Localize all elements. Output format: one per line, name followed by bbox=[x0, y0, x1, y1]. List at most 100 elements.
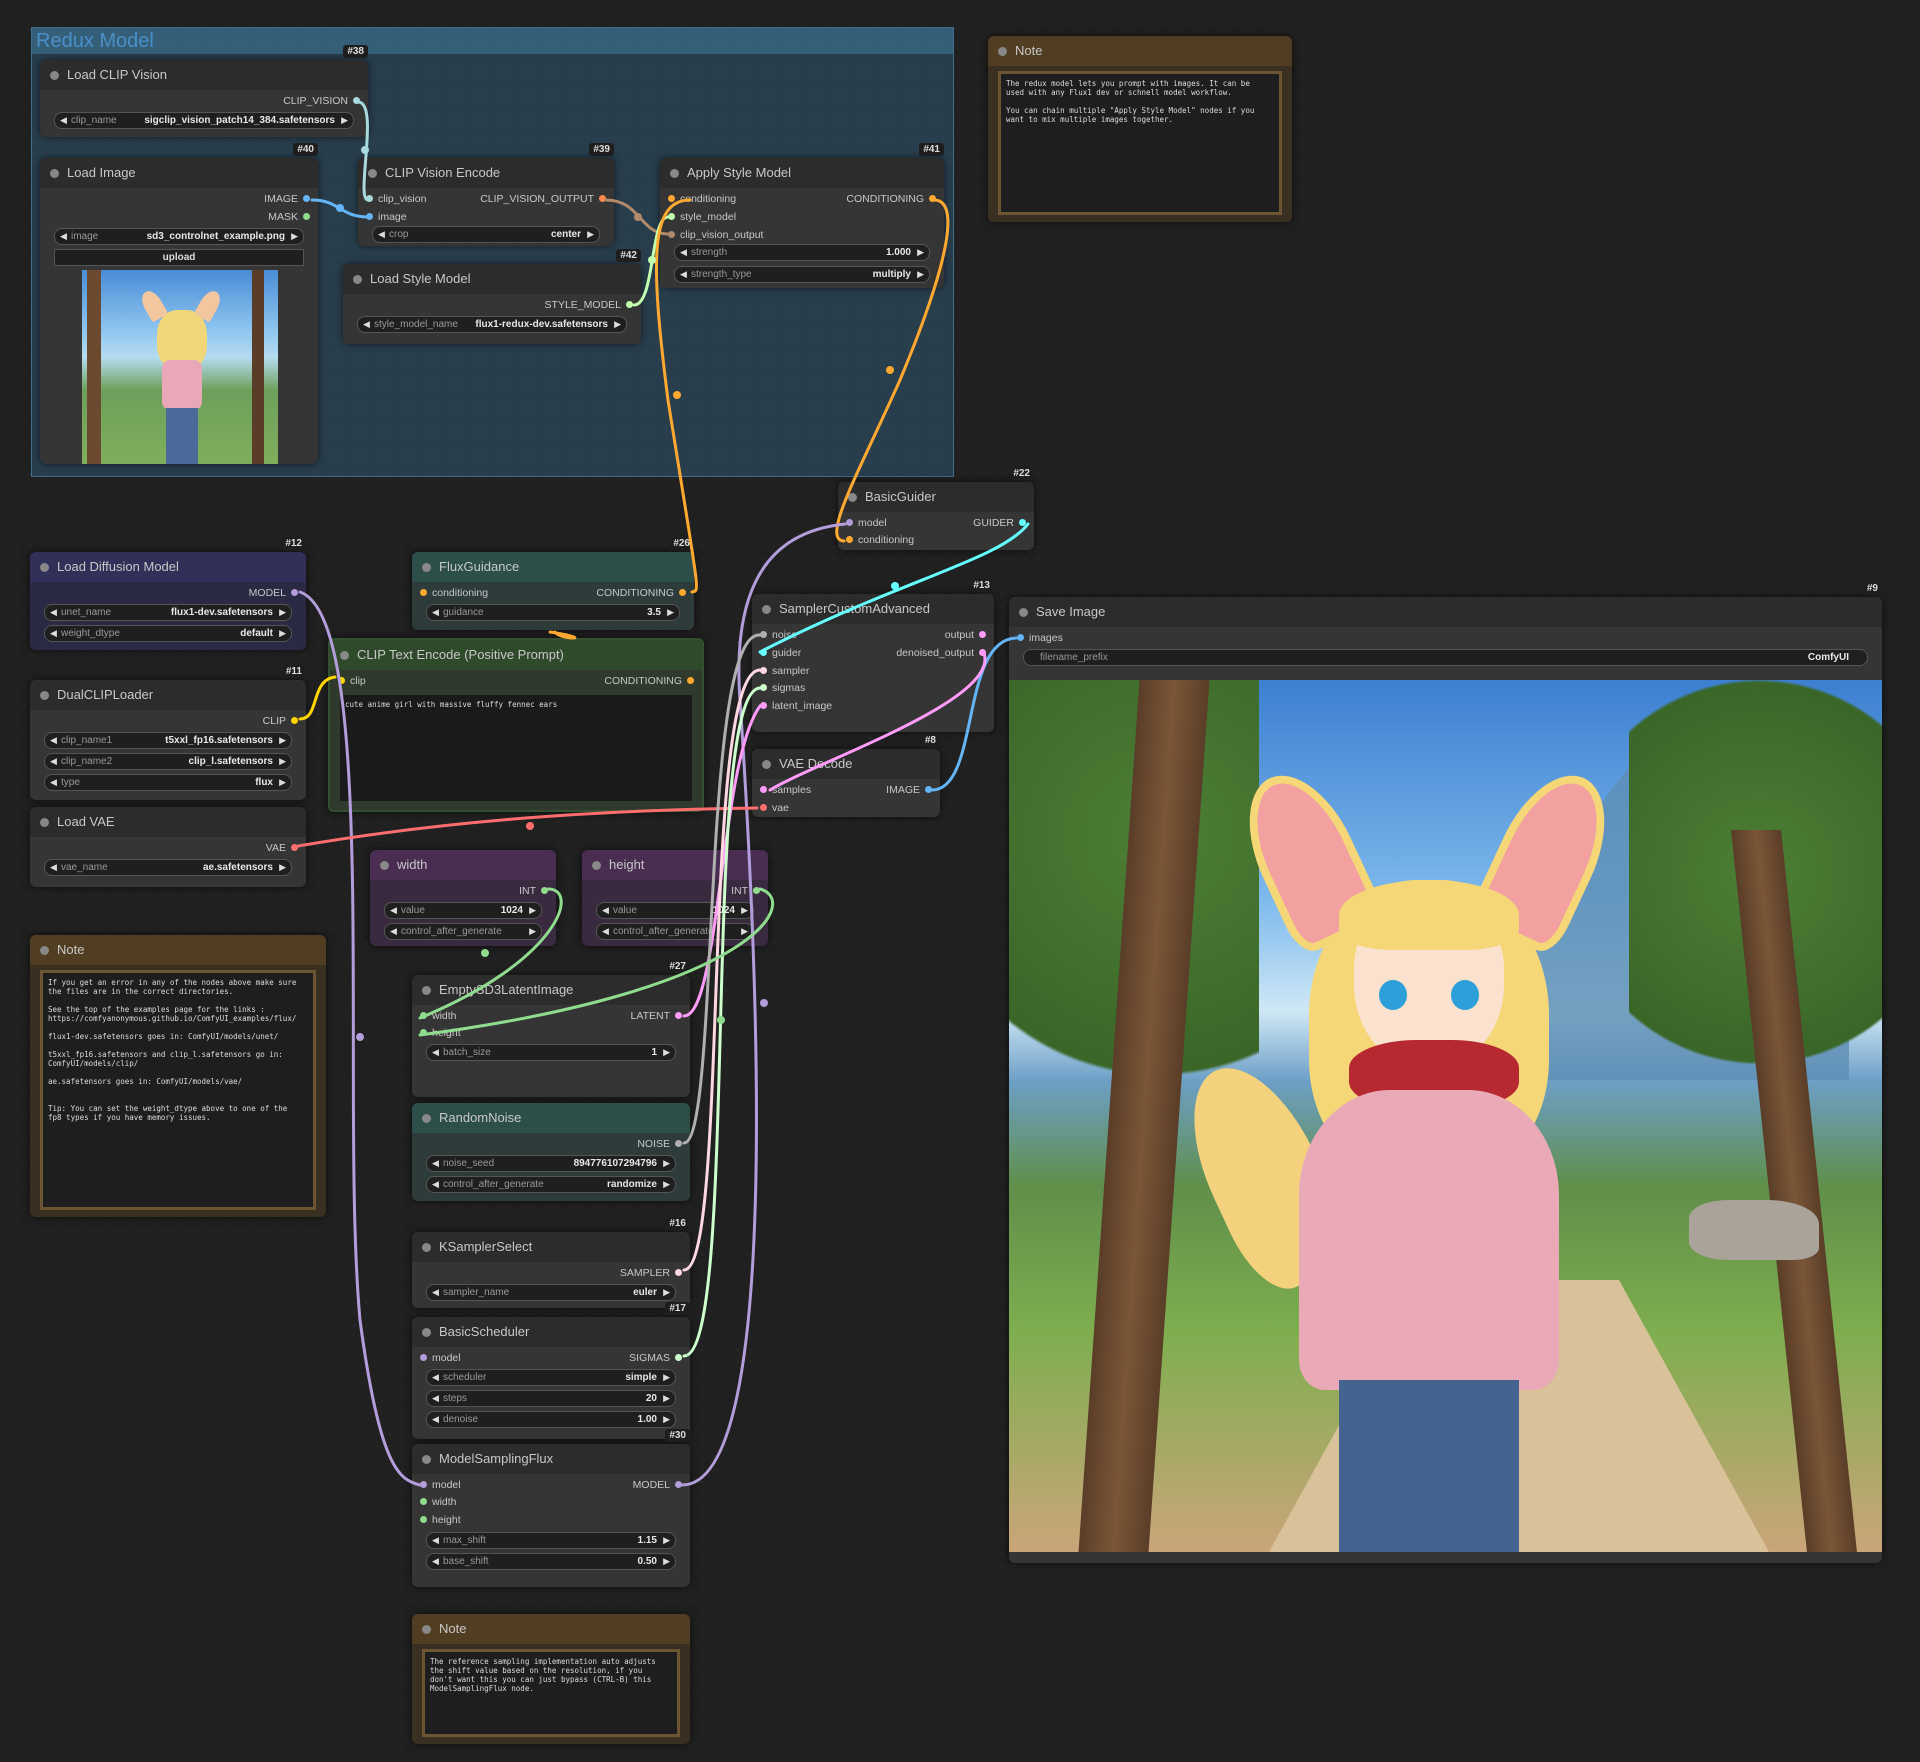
value-widget[interactable]: ◀ value 1024 ▶ bbox=[596, 902, 754, 919]
arrow-left-icon[interactable]: ◀ bbox=[50, 754, 57, 769]
load-diffusion-model-node[interactable]: Load Diffusion Model #12 MODEL ◀ unet_nam… bbox=[30, 537, 306, 650]
arrow-left-icon[interactable]: ◀ bbox=[60, 113, 67, 128]
height-input[interactable]: height bbox=[420, 1513, 461, 1527]
save-image-node[interactable]: Save Image #9 images filename_prefix Comf… bbox=[1009, 582, 1882, 1563]
denoised-output-slot[interactable]: denoised_output bbox=[896, 646, 986, 660]
model-output[interactable]: MODEL bbox=[249, 586, 298, 600]
arrow-left-icon[interactable]: ◀ bbox=[432, 1045, 439, 1060]
conditioning-output[interactable]: CONDITIONING bbox=[604, 674, 694, 688]
arrow-left-icon[interactable]: ◀ bbox=[390, 924, 397, 939]
clip-text-encode-node[interactable]: CLIP Text Encode (Positive Prompt) clip … bbox=[328, 638, 704, 812]
denoise-widget[interactable]: ◀ denoise 1.00 ▶ bbox=[426, 1411, 676, 1428]
noise-seed-widget[interactable]: ◀ noise_seed 894776107294796 ▶ bbox=[426, 1155, 676, 1172]
arrow-left-icon[interactable]: ◀ bbox=[390, 903, 397, 918]
strength-type-widget[interactable]: ◀ strength_type multiply ▶ bbox=[674, 266, 930, 283]
filename-prefix-widget[interactable]: filename_prefix ComfyUI bbox=[1023, 649, 1868, 666]
int-output[interactable]: INT bbox=[519, 884, 548, 898]
value-widget[interactable]: ◀ value 1024 ▶ bbox=[384, 902, 542, 919]
empty-sd3-latent-image-node[interactable]: EmptySD3LatentImage #27 width height LAT… bbox=[412, 960, 690, 1097]
strength-widget[interactable]: ◀ strength 1.000 ▶ bbox=[674, 244, 930, 261]
width-input[interactable]: width bbox=[420, 1009, 457, 1023]
arrow-left-icon[interactable]: ◀ bbox=[378, 227, 385, 242]
clip-vision-input[interactable]: clip_vision bbox=[366, 192, 426, 206]
control-after-generate-widget[interactable]: ◀ control_after_generate ▶ bbox=[384, 923, 542, 940]
batch-size-widget[interactable]: ◀ batch_size 1 ▶ bbox=[426, 1044, 676, 1061]
model-output[interactable]: MODEL bbox=[633, 1478, 682, 1492]
arrow-right-icon[interactable]: ▶ bbox=[663, 1045, 670, 1060]
model-input[interactable]: model bbox=[846, 516, 887, 530]
arrow-left-icon[interactable]: ◀ bbox=[50, 775, 57, 790]
vae-output[interactable]: VAE bbox=[266, 841, 298, 855]
arrow-right-icon[interactable]: ▶ bbox=[741, 903, 748, 918]
arrow-left-icon[interactable]: ◀ bbox=[50, 860, 57, 875]
note-bottom-node[interactable]: Note The reference sampling implementati… bbox=[412, 1614, 690, 1744]
load-clip-vision-node[interactable]: Load CLIP Vision #38 CLIP_VISION ◀ clip_n… bbox=[40, 45, 368, 137]
arrow-right-icon[interactable]: ▶ bbox=[341, 113, 348, 128]
arrow-left-icon[interactable]: ◀ bbox=[363, 317, 370, 332]
arrow-right-icon[interactable]: ▶ bbox=[614, 317, 621, 332]
prompt-textarea[interactable]: cute anime girl with massive fluffy fenn… bbox=[340, 695, 692, 801]
note-text[interactable]: If you get an error in any of the nodes … bbox=[40, 970, 316, 1210]
random-noise-node[interactable]: RandomNoise NOISE ◀ noise_seed 89477610729… bbox=[412, 1103, 690, 1201]
style-model-output[interactable]: STYLE_MODEL bbox=[545, 298, 633, 312]
arrow-left-icon[interactable]: ◀ bbox=[680, 245, 687, 260]
latent-image-input[interactable]: latent_image bbox=[760, 699, 832, 713]
mask-output[interactable]: MASK bbox=[268, 210, 310, 224]
height-node[interactable]: height INT ◀ value 1024 ▶ ◀ control_after_ge… bbox=[582, 850, 768, 946]
arrow-left-icon[interactable]: ◀ bbox=[432, 1554, 439, 1569]
clip-input[interactable]: clip bbox=[338, 674, 366, 688]
arrow-right-icon[interactable]: ▶ bbox=[663, 1533, 670, 1548]
arrow-right-icon[interactable]: ▶ bbox=[291, 229, 298, 244]
type-widget[interactable]: ◀ type flux ▶ bbox=[44, 774, 292, 791]
samples-input[interactable]: samples bbox=[760, 783, 811, 797]
arrow-left-icon[interactable]: ◀ bbox=[432, 1285, 439, 1300]
clip-output[interactable]: CLIP bbox=[263, 714, 298, 728]
steps-widget[interactable]: ◀ steps 20 ▶ bbox=[426, 1390, 676, 1407]
note-left-node[interactable]: Note If you get an error in any of the n… bbox=[30, 935, 326, 1217]
arrow-left-icon[interactable]: ◀ bbox=[602, 903, 609, 918]
style-model-name-widget[interactable]: ◀ style_model_name flux1-redux-dev.safeten… bbox=[357, 316, 627, 333]
arrow-left-icon[interactable]: ◀ bbox=[432, 1533, 439, 1548]
arrow-left-icon[interactable]: ◀ bbox=[602, 924, 609, 939]
image-output[interactable]: IMAGE bbox=[264, 192, 310, 206]
basic-guider-node[interactable]: BasicGuider #22 model conditioning GUIDE… bbox=[838, 467, 1034, 550]
arrow-right-icon[interactable]: ▶ bbox=[663, 1177, 670, 1192]
load-style-model-node[interactable]: Load Style Model #42 STYLE_MODEL ◀ style_… bbox=[343, 249, 641, 344]
arrow-left-icon[interactable]: ◀ bbox=[680, 267, 687, 282]
output-slot[interactable]: output bbox=[945, 628, 986, 642]
ksampler-select-node[interactable]: KSamplerSelect #16 SAMPLER ◀ sampler_name… bbox=[412, 1217, 690, 1308]
arrow-right-icon[interactable]: ▶ bbox=[917, 245, 924, 260]
max-shift-widget[interactable]: ◀ max_shift 1.15 ▶ bbox=[426, 1532, 676, 1549]
note-text[interactable]: The redux model lets you prompt with ima… bbox=[998, 71, 1282, 215]
arrow-right-icon[interactable]: ▶ bbox=[663, 1391, 670, 1406]
noise-output[interactable]: NOISE bbox=[637, 1137, 682, 1151]
note-top-node[interactable]: Note The redux model lets you prompt wit… bbox=[988, 36, 1292, 222]
arrow-right-icon[interactable]: ▶ bbox=[663, 1285, 670, 1300]
arrow-left-icon[interactable]: ◀ bbox=[432, 1177, 439, 1192]
base-shift-widget[interactable]: ◀ base_shift 0.50 ▶ bbox=[426, 1553, 676, 1570]
crop-widget[interactable]: ◀ crop center ▶ bbox=[372, 226, 600, 243]
arrow-left-icon[interactable]: ◀ bbox=[432, 1391, 439, 1406]
arrow-left-icon[interactable]: ◀ bbox=[432, 1412, 439, 1427]
control-after-generate-widget[interactable]: ◀ control_after_generate randomize ▶ bbox=[426, 1176, 676, 1193]
conditioning-input[interactable]: conditioning bbox=[846, 533, 914, 547]
int-output[interactable]: INT bbox=[731, 884, 760, 898]
arrow-left-icon[interactable]: ◀ bbox=[432, 1156, 439, 1171]
weight-dtype-widget[interactable]: ◀ weight_dtype default ▶ bbox=[44, 625, 292, 642]
sigmas-input[interactable]: sigmas bbox=[760, 681, 805, 695]
image-input[interactable]: image bbox=[366, 210, 407, 224]
control-after-generate-widget[interactable]: ◀ control_after_generate ▶ bbox=[596, 923, 754, 940]
model-input[interactable]: model bbox=[420, 1351, 461, 1365]
clip-name1-widget[interactable]: ◀ clip_name1 t5xxl_fp16.safetensors ▶ bbox=[44, 732, 292, 749]
sampler-name-widget[interactable]: ◀ sampler_name euler ▶ bbox=[426, 1284, 676, 1301]
load-vae-node[interactable]: Load VAE VAE ◀ vae_name ae.safetensors ▶ bbox=[30, 807, 306, 887]
conditioning-input[interactable]: conditioning bbox=[668, 192, 736, 206]
arrow-right-icon[interactable]: ▶ bbox=[667, 605, 674, 620]
clip-vision-encode-node[interactable]: CLIP Vision Encode #39 clip_vision image… bbox=[358, 143, 614, 246]
image-widget[interactable]: ◀ image sd3_controlnet_example.png ▶ bbox=[54, 228, 304, 245]
arrow-right-icon[interactable]: ▶ bbox=[279, 626, 286, 641]
vae-input[interactable]: vae bbox=[760, 801, 789, 815]
vae-decode-node[interactable]: VAE Decode #8 samples vae IMAGE bbox=[752, 734, 940, 817]
arrow-left-icon[interactable]: ◀ bbox=[50, 626, 57, 641]
arrow-right-icon[interactable]: ▶ bbox=[279, 775, 286, 790]
